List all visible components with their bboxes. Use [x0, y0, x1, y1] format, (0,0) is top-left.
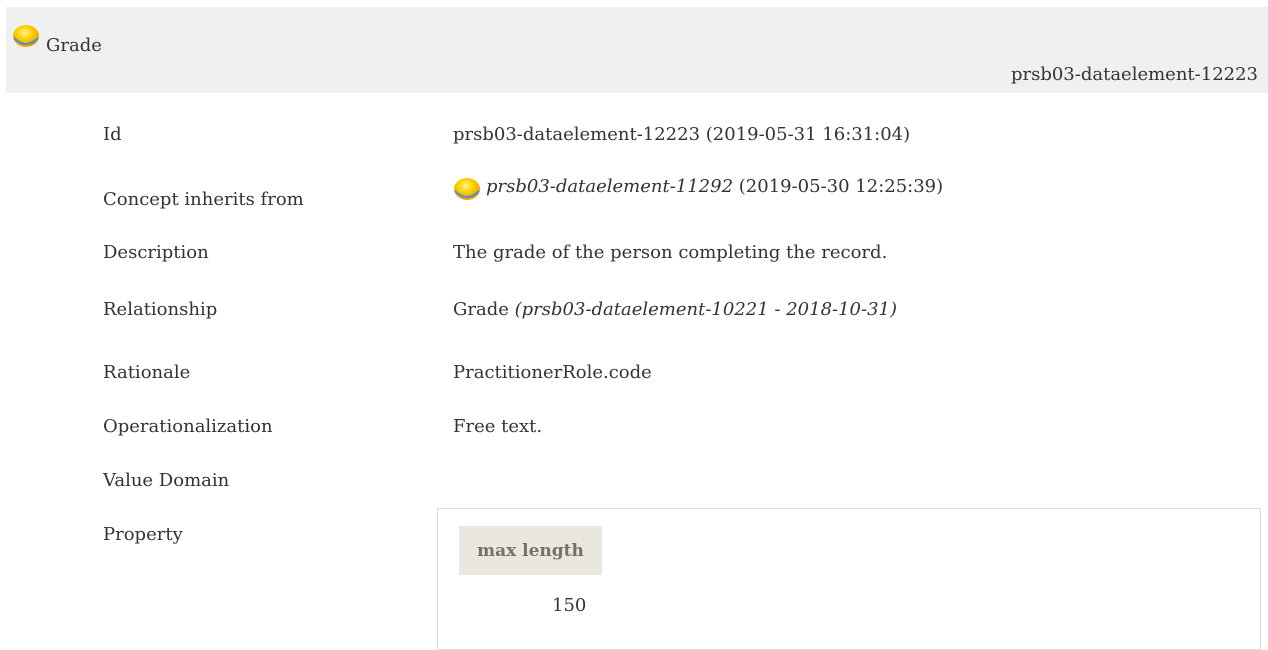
row-operationalization: Operationalization Free text.: [0, 416, 1268, 446]
row-relationship: Relationship Grade (prsb03-dataelement-1…: [0, 299, 1268, 329]
concept-header: Grade prsb03-dataelement-12223: [6, 7, 1268, 93]
relationship-ref[interactable]: (prsb03-dataelement-10221 - 2018-10-31): [515, 299, 897, 320]
value-id: prsb03-dataelement-12223 (2019-05-31 16:…: [453, 124, 911, 145]
concept-title: Grade: [46, 35, 102, 56]
property-value: 150: [552, 595, 587, 616]
row-rationale: Rationale PractitionerRole.code: [0, 362, 1268, 392]
row-id: Id prsb03-dataelement-12223 (2019-05-31 …: [0, 124, 1268, 154]
status-orb-icon: [454, 178, 480, 200]
property-header: max length: [459, 526, 602, 575]
row-value-domain: Value Domain: [0, 470, 1268, 500]
row-description: Description The grade of the person comp…: [0, 242, 1268, 272]
value-relationship: Grade (prsb03-dataelement-10221 - 2018-1…: [453, 299, 897, 321]
label-operationalization: Operationalization: [103, 416, 273, 437]
label-value-domain: Value Domain: [103, 470, 230, 491]
row-inherits: Concept inherits from prsb03-dataelement…: [0, 176, 1268, 219]
label-id: Id: [103, 124, 122, 145]
label-inherits: Concept inherits from: [103, 189, 304, 210]
value-rationale: PractitionerRole.code: [453, 362, 652, 383]
label-property: Property: [103, 524, 183, 545]
status-orb-icon: [13, 25, 39, 47]
relationship-name: Grade: [453, 299, 515, 320]
label-relationship: Relationship: [103, 299, 218, 320]
label-description: Description: [103, 242, 209, 263]
concept-id: prsb03-dataelement-12223: [1010, 64, 1258, 85]
label-rationale: Rationale: [103, 362, 191, 383]
value-inherits: prsb03-dataelement-11292 (2019-05-30 12:…: [453, 176, 943, 202]
inherits-link[interactable]: prsb03-dataelement-11292: [486, 176, 733, 197]
value-operationalization: Free text.: [453, 416, 543, 437]
value-description: The grade of the person completing the r…: [453, 242, 888, 263]
inherits-date: (2019-05-30 12:25:39): [733, 176, 944, 197]
property-table: max length 150: [437, 508, 1261, 650]
